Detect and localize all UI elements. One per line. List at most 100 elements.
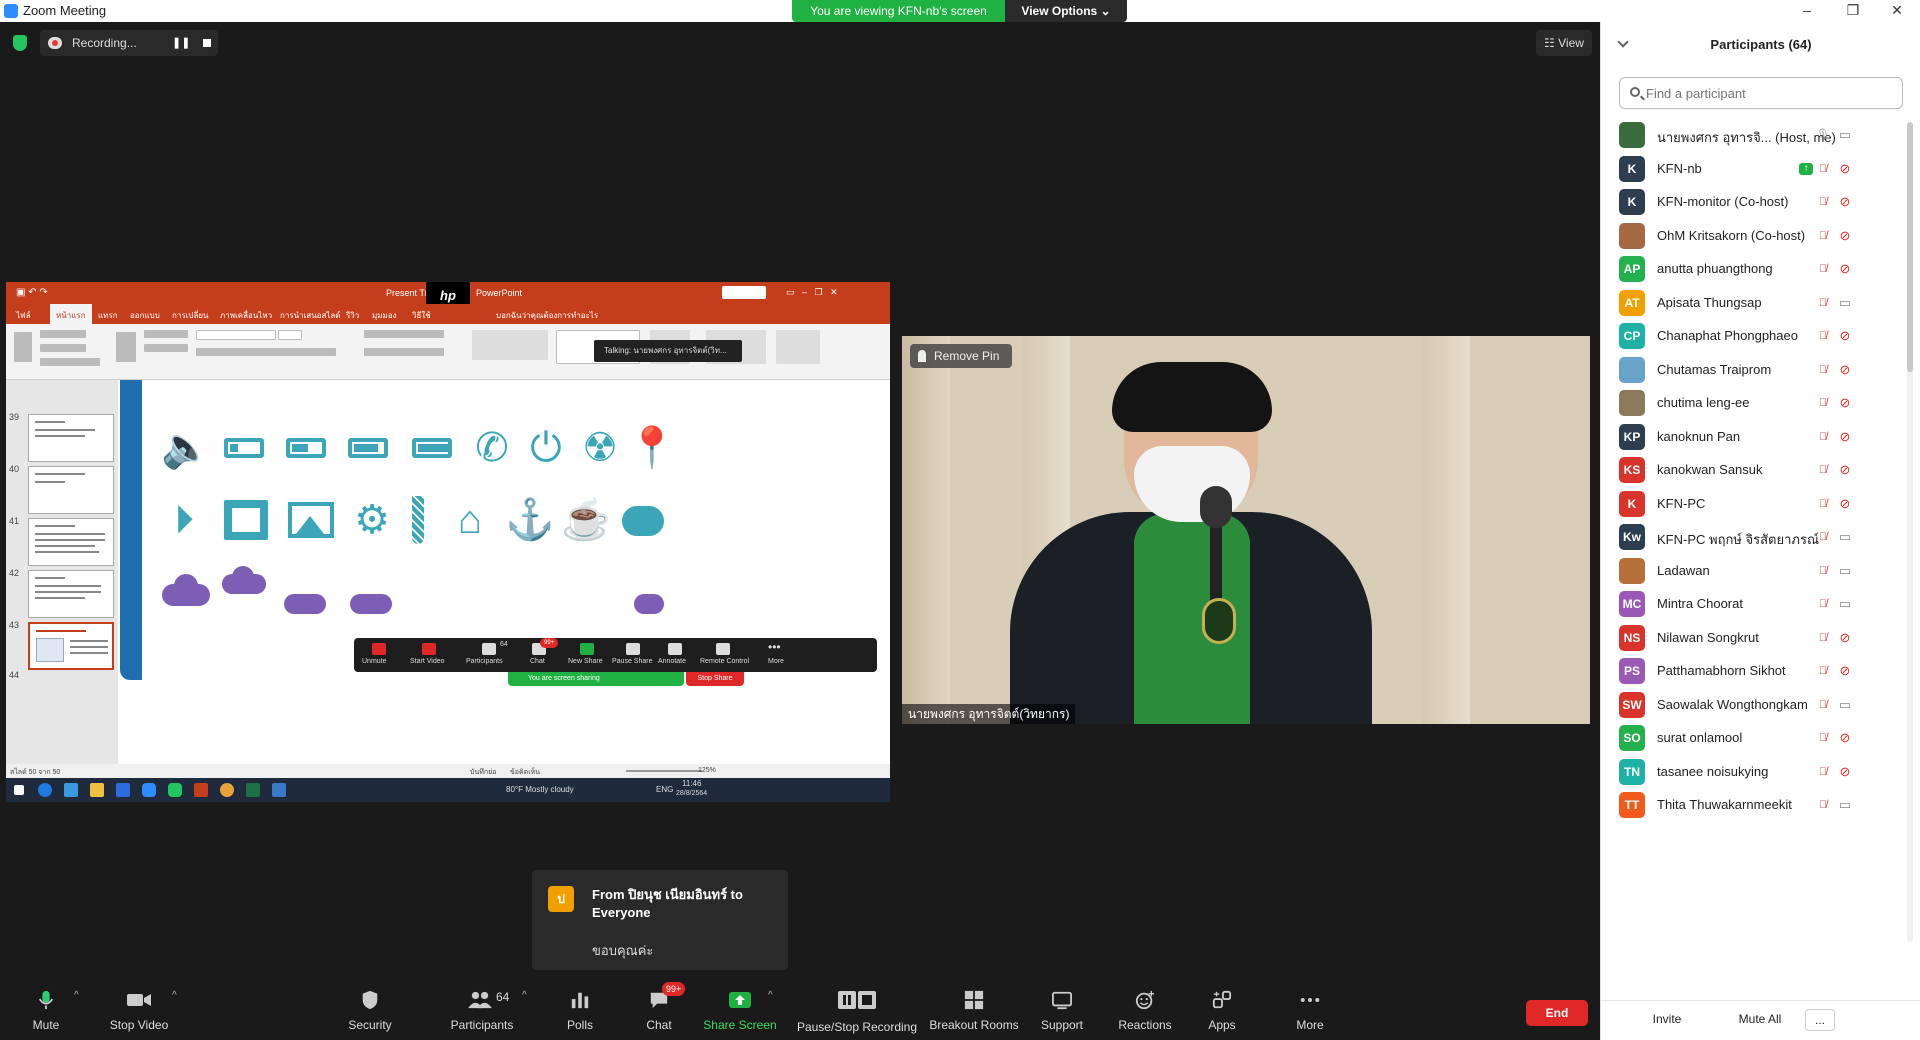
video-on-icon[interactable]: ▭ [1837, 596, 1853, 612]
polls-button[interactable]: Polls [552, 980, 608, 1040]
share-toolbar-item[interactable]: Unmute [362, 658, 387, 665]
stop-share-button[interactable]: Stop Share [686, 672, 744, 686]
slide-thumbnail[interactable] [28, 518, 114, 566]
mic-muted-icon[interactable]: 🎙̸ [1815, 328, 1831, 344]
video-off-icon[interactable]: ⊘ [1837, 228, 1853, 244]
participant-search-input[interactable] [1646, 83, 1896, 103]
invite-button[interactable]: Invite [1639, 1009, 1695, 1031]
restore-button[interactable]: ❐ [1830, 0, 1876, 22]
map-pin-icon: 📍 [627, 426, 677, 470]
mic-muted-icon[interactable]: 🎙̸ [1815, 228, 1831, 244]
video-off-icon[interactable]: ⊘ [1837, 462, 1853, 478]
mic-muted-icon[interactable]: 🎙̸ [1815, 362, 1831, 378]
screen-sharing-banner: You are screen sharing [508, 672, 684, 686]
video-on-icon[interactable]: ▭ [1837, 295, 1853, 311]
security-shield-icon[interactable] [13, 35, 27, 51]
support-button[interactable]: Support [1030, 980, 1094, 1040]
mic-muted-icon[interactable]: 🎙̸ [1815, 395, 1831, 411]
slide-thumbnail-selected[interactable] [28, 622, 114, 670]
stop-recording-icon[interactable] [198, 34, 216, 52]
share-screen-button[interactable]: Share Screen [700, 980, 780, 1040]
gear-icon: ⚙ [354, 498, 390, 542]
mic-muted-icon[interactable]: 🎙̸ [1815, 261, 1831, 277]
video-on-icon[interactable]: ▭ [1837, 563, 1853, 579]
scrollbar-thumb[interactable] [1907, 122, 1913, 372]
apps-button[interactable]: Apps [1196, 980, 1248, 1040]
mic-muted-icon[interactable]: 🎙̸ [1815, 161, 1831, 177]
video-off-icon[interactable]: ⊘ [1837, 328, 1853, 344]
share-toolbar-item[interactable]: Participants [466, 658, 503, 665]
pause-recording-icon[interactable]: ❚❚ [172, 34, 190, 52]
share-toolbar-item[interactable]: Start Video [410, 658, 445, 665]
view-button[interactable]: ☷ View [1536, 30, 1592, 56]
mic-muted-icon[interactable]: 🎙̸ [1815, 529, 1831, 545]
breakout-rooms-button[interactable]: Breakout Rooms [924, 980, 1024, 1040]
stop-video-button[interactable]: Stop Video [98, 980, 180, 1040]
video-on-icon[interactable]: ▭ [1837, 529, 1853, 545]
share-toolbar-item[interactable]: Remote Control [700, 658, 749, 665]
remove-pin-button[interactable]: Remove Pin [910, 344, 1012, 368]
mute-all-button[interactable]: Mute All [1719, 1009, 1801, 1031]
end-meeting-button[interactable]: End [1526, 1000, 1588, 1026]
video-off-icon[interactable]: ⊘ [1837, 496, 1853, 512]
video-off-icon[interactable]: ⊘ [1837, 630, 1853, 646]
mic-muted-icon[interactable]: 🎙̸ [1815, 797, 1831, 813]
panel-more-button[interactable]: ... [1805, 1009, 1835, 1031]
mic-muted-icon[interactable]: 🎙̸ [1815, 462, 1831, 478]
participants-button[interactable]: 64 Participants [436, 980, 528, 1040]
ribbon-control [40, 344, 86, 352]
video-off-icon[interactable]: ⊘ [1837, 730, 1853, 746]
mic-muted-icon[interactable]: 🎙̸ [1815, 730, 1831, 746]
share-toolbar-item[interactable]: Annotate [658, 658, 686, 665]
video-options-caret[interactable]: ^ [172, 990, 177, 1001]
mic-muted-icon[interactable]: 🎙̸ [1815, 429, 1831, 445]
security-button[interactable]: Security [340, 980, 400, 1040]
remote-desktop-icon [272, 783, 286, 797]
slide-thumbnail[interactable] [28, 414, 114, 462]
mic-muted-icon[interactable]: 🎙̸ [1815, 496, 1831, 512]
mute-button[interactable]: Mute [14, 980, 78, 1040]
chat-button[interactable]: 99+ Chat [634, 980, 686, 1040]
video-off-icon[interactable]: ⊘ [1837, 764, 1853, 780]
share-toolbar-item[interactable]: More [768, 658, 784, 665]
coffee-icon: ☕ [561, 498, 611, 542]
minimize-button[interactable]: – [1784, 0, 1830, 22]
participants-scrollbar[interactable] [1907, 122, 1913, 942]
slide-thumbnail[interactable] [28, 570, 114, 618]
participants-options-caret[interactable]: ^ [522, 990, 527, 1001]
video-off-icon[interactable]: ⊘ [1837, 395, 1853, 411]
share-toolbar-item[interactable]: New Share [568, 658, 603, 665]
video-off-icon[interactable]: ⊘ [1837, 429, 1853, 445]
video-off-icon[interactable]: ⊘ [1837, 663, 1853, 679]
chat-notification[interactable]: ป From ปิยนุช เนียมอินทร์ to Everyone ขอ… [532, 870, 788, 970]
participant-search[interactable] [1619, 77, 1903, 109]
participant-row[interactable]: TT Thita Thuwakarnmeekit 🎙̸ ▭ [1601, 784, 1901, 825]
share-toolbar-item[interactable]: Chat [530, 658, 545, 665]
slide-thumbnail[interactable] [28, 466, 114, 514]
mic-muted-icon[interactable]: 🎙̸ [1815, 630, 1831, 646]
video-off-icon[interactable]: ⊘ [1837, 161, 1853, 177]
pause-stop-recording-button[interactable]: Pause/Stop Recording [792, 980, 922, 1040]
mic-muted-icon[interactable]: 🎙̸ [1815, 596, 1831, 612]
video-off-icon[interactable]: ⊘ [1837, 362, 1853, 378]
mic-on-icon[interactable]: 🎙 [1815, 127, 1831, 143]
video-off-icon[interactable]: ⊘ [1837, 261, 1853, 277]
mic-muted-icon[interactable]: 🎙̸ [1815, 563, 1831, 579]
reactions-button[interactable]: Reactions [1110, 980, 1180, 1040]
video-off-icon[interactable]: ⊘ [1837, 194, 1853, 210]
view-options-button[interactable]: View Options ⌄ [1005, 0, 1127, 22]
mic-muted-icon[interactable]: 🎙̸ [1815, 764, 1831, 780]
video-on-icon[interactable]: ▭ [1837, 697, 1853, 713]
mic-muted-icon[interactable]: 🎙̸ [1815, 663, 1831, 679]
mic-muted-icon[interactable]: 🎙̸ [1815, 295, 1831, 311]
participant-avatar [1619, 356, 1645, 383]
close-button[interactable]: ✕ [1874, 0, 1920, 22]
share-toolbar-item[interactable]: Pause Share [612, 658, 652, 665]
share-options-caret[interactable]: ^ [768, 990, 773, 1001]
video-on-icon[interactable]: ▭ [1837, 127, 1853, 143]
audio-options-caret[interactable]: ^ [74, 990, 79, 1001]
mic-muted-icon[interactable]: 🎙̸ [1815, 194, 1831, 210]
more-button[interactable]: More [1284, 980, 1336, 1040]
mic-muted-icon[interactable]: 🎙̸ [1815, 697, 1831, 713]
video-on-icon[interactable]: ▭ [1837, 797, 1853, 813]
